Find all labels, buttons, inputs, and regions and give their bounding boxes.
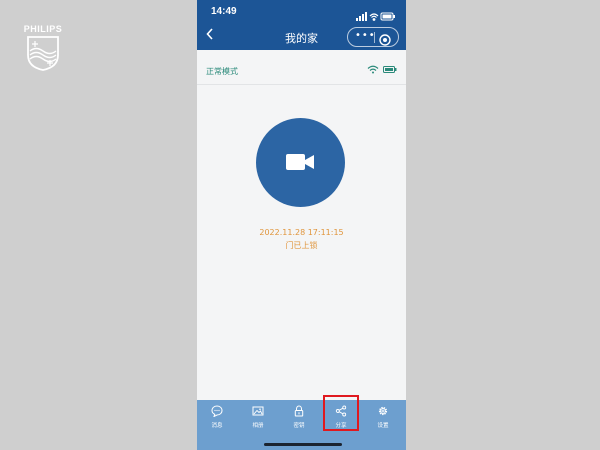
philips-shield-icon — [27, 36, 59, 71]
more-button[interactable]: ••• — [355, 30, 376, 41]
miniprogram-capsule: ••• — [347, 27, 399, 47]
close-button[interactable] — [379, 31, 391, 50]
cellular-icon — [356, 12, 367, 21]
philips-logo: PHILIPS — [22, 24, 64, 72]
lock-icon — [294, 405, 304, 417]
image-icon — [252, 406, 264, 416]
phone-screen: 14:49 我的家 ••• 正常模式 2022.11.28 17:11:15 门… — [197, 0, 406, 450]
mode-label: 正常模式 — [206, 67, 238, 76]
wifi-icon — [367, 65, 379, 74]
video-camera-icon — [286, 154, 314, 170]
battery-icon — [383, 66, 397, 73]
battery-status-icon — [380, 12, 395, 21]
tab-keys[interactable]: 密钥 — [279, 400, 319, 440]
status-time: 14:49 — [211, 6, 237, 17]
status-bar: 14:49 — [197, 0, 406, 24]
target-close-icon — [379, 34, 391, 46]
nav-bar: 我的家 ••• — [197, 24, 406, 50]
tab-settings[interactable]: 设置 — [363, 400, 403, 440]
tab-label: 消息 — [211, 423, 223, 429]
lock-status: 门已上锁 — [285, 241, 318, 250]
share-highlight-box — [323, 395, 359, 431]
tab-label: 设置 — [377, 423, 389, 429]
tab-messages[interactable]: 消息 — [197, 400, 237, 440]
divider — [197, 84, 406, 85]
home-indicator[interactable] — [264, 443, 342, 446]
tab-label: 相册 — [252, 423, 264, 429]
message-icon — [211, 405, 223, 417]
video-call-button[interactable] — [256, 118, 345, 207]
tab-album[interactable]: 相册 — [238, 400, 278, 440]
logo-text: PHILIPS — [23, 24, 63, 34]
wifi-status-icon — [369, 13, 379, 21]
gear-icon — [378, 406, 388, 416]
capsule-divider — [374, 32, 375, 43]
event-timestamp: 2022.11.28 17:11:15 — [259, 228, 344, 237]
tab-label: 密钥 — [293, 423, 305, 429]
device-panel: 正常模式 2022.11.28 17:11:15 门已上锁 — [197, 50, 406, 400]
